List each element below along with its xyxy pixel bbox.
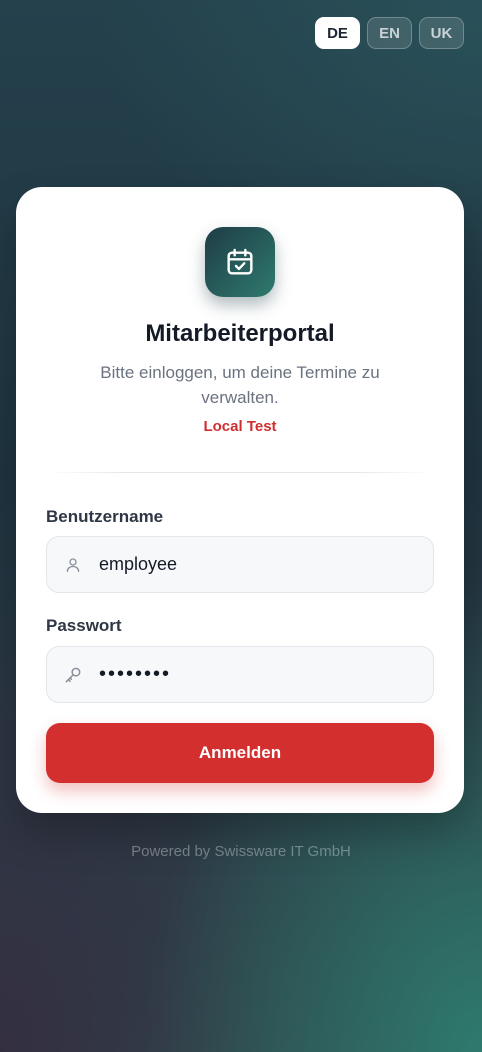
lang-button-uk[interactable]: UK bbox=[419, 17, 464, 49]
login-button[interactable]: Anmelden bbox=[46, 723, 434, 783]
calendar-check-icon bbox=[205, 227, 275, 297]
username-label: Benutzername bbox=[46, 507, 164, 526]
username-field[interactable] bbox=[46, 536, 434, 593]
username-input[interactable] bbox=[99, 554, 419, 575]
password-field[interactable] bbox=[46, 646, 434, 703]
user-icon bbox=[47, 556, 99, 574]
password-input[interactable] bbox=[99, 663, 419, 686]
footer-credit: Powered by Swissware IT GmbH bbox=[131, 843, 351, 860]
password-label: Passwort bbox=[46, 616, 122, 635]
environment-badge: Local Test bbox=[203, 418, 277, 435]
lang-button-en[interactable]: EN bbox=[367, 17, 412, 49]
key-icon bbox=[47, 665, 99, 685]
page-title: Mitarbeiterportal bbox=[145, 320, 335, 347]
divider bbox=[46, 472, 434, 473]
language-switcher: DE EN UK bbox=[315, 17, 464, 49]
login-subtitle: Bitte einloggen, um deine Termine zu ver… bbox=[100, 363, 380, 407]
lang-button-de[interactable]: DE bbox=[315, 17, 360, 49]
login-card: Mitarbeiterportal Bitte einloggen, um de… bbox=[16, 187, 464, 813]
